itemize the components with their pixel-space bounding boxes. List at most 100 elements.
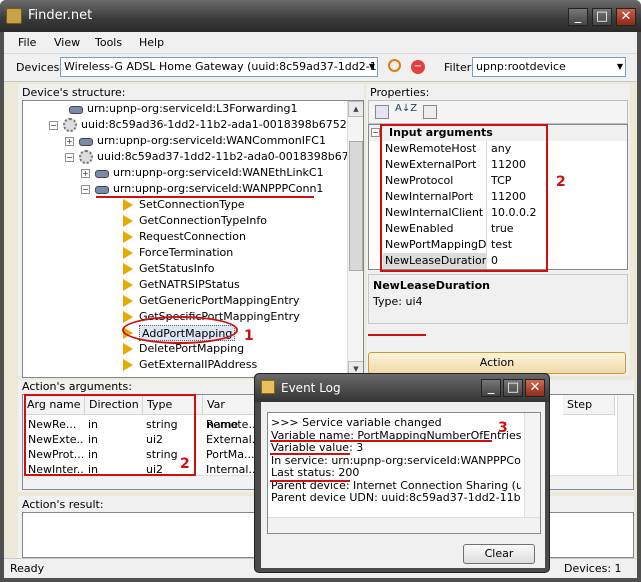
minimize-button[interactable]: _: [481, 379, 501, 397]
collapse-icon[interactable]: −: [49, 121, 58, 130]
clear-button[interactable]: Clear: [463, 544, 535, 564]
filter-label: Filter: [444, 61, 472, 74]
service-icon: [95, 170, 109, 178]
toolbar: Devices Wireless-G ADSL Home Gateway (uu…: [4, 54, 637, 82]
categorized-icon[interactable]: [375, 105, 389, 119]
property-description: NewLeaseDuration Type: ui4: [368, 274, 628, 324]
expand-icon[interactable]: +: [65, 137, 74, 146]
action-icon: [123, 279, 133, 291]
log-icon: [261, 380, 275, 394]
minimize-button[interactable]: _: [568, 8, 588, 26]
table-cell[interactable]: PortMa...: [203, 447, 257, 462]
table-cell[interactable]: Remote...: [203, 417, 257, 432]
devices-label: Devices: [16, 61, 60, 74]
device-select[interactable]: Wireless-G ADSL Home Gateway (uuid:8c59a…: [60, 57, 378, 77]
scroll-up-icon[interactable]: ▲: [348, 101, 363, 117]
menu-bar: File View Tools Help: [4, 32, 637, 54]
maximize-button[interactable]: □: [592, 8, 612, 26]
collapse-icon[interactable]: −: [81, 185, 90, 194]
chevron-down-icon: ▼: [368, 62, 375, 71]
device-select-value: Wireless-G ADSL Home Gateway (uuid:8c59a…: [64, 60, 378, 73]
description-title: NewLeaseDuration: [373, 279, 490, 292]
menu-view[interactable]: View: [54, 36, 80, 49]
column-header[interactable]: Var name: [203, 395, 259, 431]
maximize-button[interactable]: □: [503, 379, 523, 397]
column-header-step[interactable]: Step: [563, 395, 615, 415]
arguments-header: Action's arguments:: [22, 380, 132, 393]
chevron-down-icon: ▼: [616, 62, 623, 71]
tree-action[interactable]: GetGenericPortMappingEntry: [139, 293, 300, 309]
annotation-underline: [96, 196, 314, 198]
description-type: Type: ui4: [373, 295, 423, 308]
tree-scrollbar[interactable]: ▲ ▼: [347, 101, 363, 377]
scroll-thumb[interactable]: [349, 141, 363, 271]
annotation-number: 1: [244, 328, 254, 344]
properties-header: Properties:: [370, 86, 430, 99]
arguments-vscrollbar[interactable]: [617, 395, 633, 475]
tree-action[interactable]: GetNATRSIPStatus: [139, 277, 240, 293]
gear-icon: [63, 118, 77, 132]
close-button[interactable]: ✕: [525, 379, 545, 397]
tree-node[interactable]: urn:upnp-org:serviceId:WANCommonIFC1: [97, 133, 326, 149]
stop-icon[interactable]: −: [411, 60, 425, 74]
dialog-title: Event Log: [281, 381, 341, 395]
structure-header: Device's structure:: [22, 86, 126, 99]
tree-node-selected-service[interactable]: urn:upnp-org:serviceId:WANPPPConn1: [113, 181, 323, 197]
properties-toolbar: A↓Z: [368, 100, 628, 124]
table-cell[interactable]: External...: [203, 432, 257, 447]
dialog-title-bar: Event Log _ □ ✕: [255, 374, 549, 402]
annotation-box: [24, 394, 196, 476]
service-icon: [79, 138, 93, 146]
annotation-underline: [368, 334, 426, 336]
devices-count: Devices: 1: [564, 562, 622, 575]
tree-node[interactable]: uuid:8c59ad36-1dd2-11b2-ada1-0018398b675…: [81, 117, 347, 133]
tree-node[interactable]: uuid:8c59ad37-1dd2-11b2-ada0-0018398b675…: [97, 149, 363, 165]
collapse-icon[interactable]: −: [371, 128, 380, 137]
window-title: Finder.net: [28, 8, 93, 23]
action-icon: [123, 231, 133, 243]
close-button[interactable]: ✕: [616, 8, 636, 26]
menu-tools[interactable]: Tools: [95, 36, 122, 49]
annotation-number: 2: [180, 456, 190, 472]
tree-action[interactable]: ForceTermination: [139, 245, 233, 261]
filter-select[interactable]: upnp:rootdevice ▼: [472, 57, 626, 77]
log-vscrollbar[interactable]: [524, 413, 540, 517]
app-icon: [6, 8, 22, 24]
annotation-box: [380, 124, 548, 272]
tree-action[interactable]: SetConnectionType: [139, 197, 245, 213]
expand-icon[interactable]: +: [81, 169, 90, 178]
action-icon: [123, 247, 133, 259]
service-icon: [69, 106, 83, 114]
annotation-number: 2: [556, 174, 566, 190]
status-text: Ready: [10, 562, 45, 575]
menu-help[interactable]: Help: [139, 36, 164, 49]
annotation-number: 3: [498, 420, 508, 436]
log-lines: >>> Service variable changed Variable na…: [271, 417, 521, 505]
gear-icon: [79, 150, 93, 164]
menu-file[interactable]: File: [18, 36, 36, 49]
action-icon: [123, 343, 133, 355]
action-button[interactable]: Action: [368, 352, 626, 374]
result-header: Action's result:: [22, 498, 104, 511]
tree-node[interactable]: urn:upnp-org:serviceId:WANEthLinkC1: [113, 165, 324, 181]
annotation-underline: [270, 480, 350, 482]
log-line: >>> Service variable changed: [271, 417, 442, 429]
annotation-underline: [270, 453, 350, 455]
log-hscrollbar[interactable]: [268, 517, 540, 533]
tree-node[interactable]: urn:upnp-org:serviceId:L3Forwarding1: [87, 101, 298, 117]
tree-action[interactable]: RequestConnection: [139, 229, 246, 245]
tree-action[interactable]: GetStatusInfo: [139, 261, 214, 277]
title-bar: Finder.net _ □ ✕: [0, 0, 641, 32]
sort-az-icon[interactable]: A↓Z: [395, 103, 417, 114]
action-icon: [123, 359, 133, 371]
tree-action[interactable]: GetExternalIPAddress: [139, 357, 257, 373]
tree-action[interactable]: GetConnectionTypeInfo: [139, 213, 267, 229]
search-icon[interactable]: [388, 59, 401, 72]
property-pages-icon[interactable]: [423, 105, 437, 119]
event-log-dialog: Event Log _ □ ✕ >>> Service variable cha…: [254, 373, 550, 573]
action-icon: [123, 215, 133, 227]
collapse-icon[interactable]: −: [65, 153, 74, 162]
action-icon: [123, 263, 133, 275]
annotation-underline: [270, 440, 492, 442]
service-icon: [95, 186, 109, 194]
